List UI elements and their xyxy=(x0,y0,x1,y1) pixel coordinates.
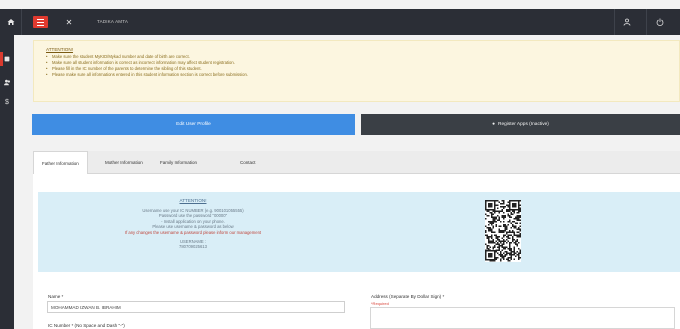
home-button[interactable] xyxy=(0,9,22,35)
hamburger-icon xyxy=(37,18,44,20)
tab-father-information[interactable]: Father Information xyxy=(33,151,88,175)
hamburger-icon-bar xyxy=(37,24,44,26)
home-icon xyxy=(7,19,14,25)
close-button[interactable]: ✕ xyxy=(60,9,78,35)
address-required-hint: *Required xyxy=(371,301,389,306)
logout-button[interactable] xyxy=(646,9,672,35)
register-icon: ● xyxy=(492,122,495,127)
notice-item: Please make sure all informations entere… xyxy=(46,72,667,78)
tab-family-information[interactable]: Family Information xyxy=(152,151,205,174)
address-field[interactable] xyxy=(370,307,675,329)
hamburger-icon-bar xyxy=(37,21,44,23)
close-icon: ✕ xyxy=(65,17,73,27)
register-apps-label: Register Apps (Inactive) xyxy=(497,122,549,127)
notice-title: ATTENTION! xyxy=(46,47,73,52)
name-field[interactable] xyxy=(47,301,345,313)
sidebar-item-users[interactable] xyxy=(3,78,11,86)
notice-list: Make sure the student MyKID/Mykad number… xyxy=(46,54,667,78)
qr-code xyxy=(485,200,521,262)
dollar-icon: $ xyxy=(5,98,9,106)
login-info-text: ATTENTION! Username use your IC NUMBER (… xyxy=(38,198,348,250)
login-info-box: ATTENTION! Username use your IC NUMBER (… xyxy=(38,192,680,272)
menu-toggle-button[interactable] xyxy=(33,16,48,28)
ic-number-label: IC Number * (No Space and Dash "-") xyxy=(48,323,125,328)
user-button[interactable] xyxy=(614,9,638,35)
sidebar: $ xyxy=(0,35,14,329)
sidebar-item-list[interactable] xyxy=(3,55,11,63)
users-icon xyxy=(3,79,10,85)
sidebar-item-payment[interactable]: $ xyxy=(3,98,11,106)
edit-profile-button[interactable]: Edit User Profile xyxy=(32,114,355,135)
info-tabs: Father Information Mother Information Fa… xyxy=(33,151,680,175)
username-value: 780709025613 xyxy=(179,244,207,250)
app-title: TADIKA AMTA xyxy=(97,19,129,24)
login-info-title: ATTENTION! xyxy=(179,198,207,203)
power-icon xyxy=(656,18,663,26)
address-label: Address (Separate By Dollar Sign) * xyxy=(371,294,445,299)
info-line-warning: If any changes the username & password p… xyxy=(124,229,262,235)
list-icon xyxy=(4,56,10,62)
tab-contact[interactable]: Contact xyxy=(232,151,264,174)
name-label: Name * xyxy=(48,294,64,299)
tab-mother-information[interactable]: Mother Information xyxy=(97,151,151,174)
register-apps-button[interactable]: ● Register Apps (Inactive) xyxy=(361,114,680,135)
attention-notice: ATTENTION! Make sure the student MyKID/M… xyxy=(33,40,680,102)
user-icon xyxy=(623,18,630,26)
top-navbar: ✕ TADIKA AMTA xyxy=(0,9,680,35)
